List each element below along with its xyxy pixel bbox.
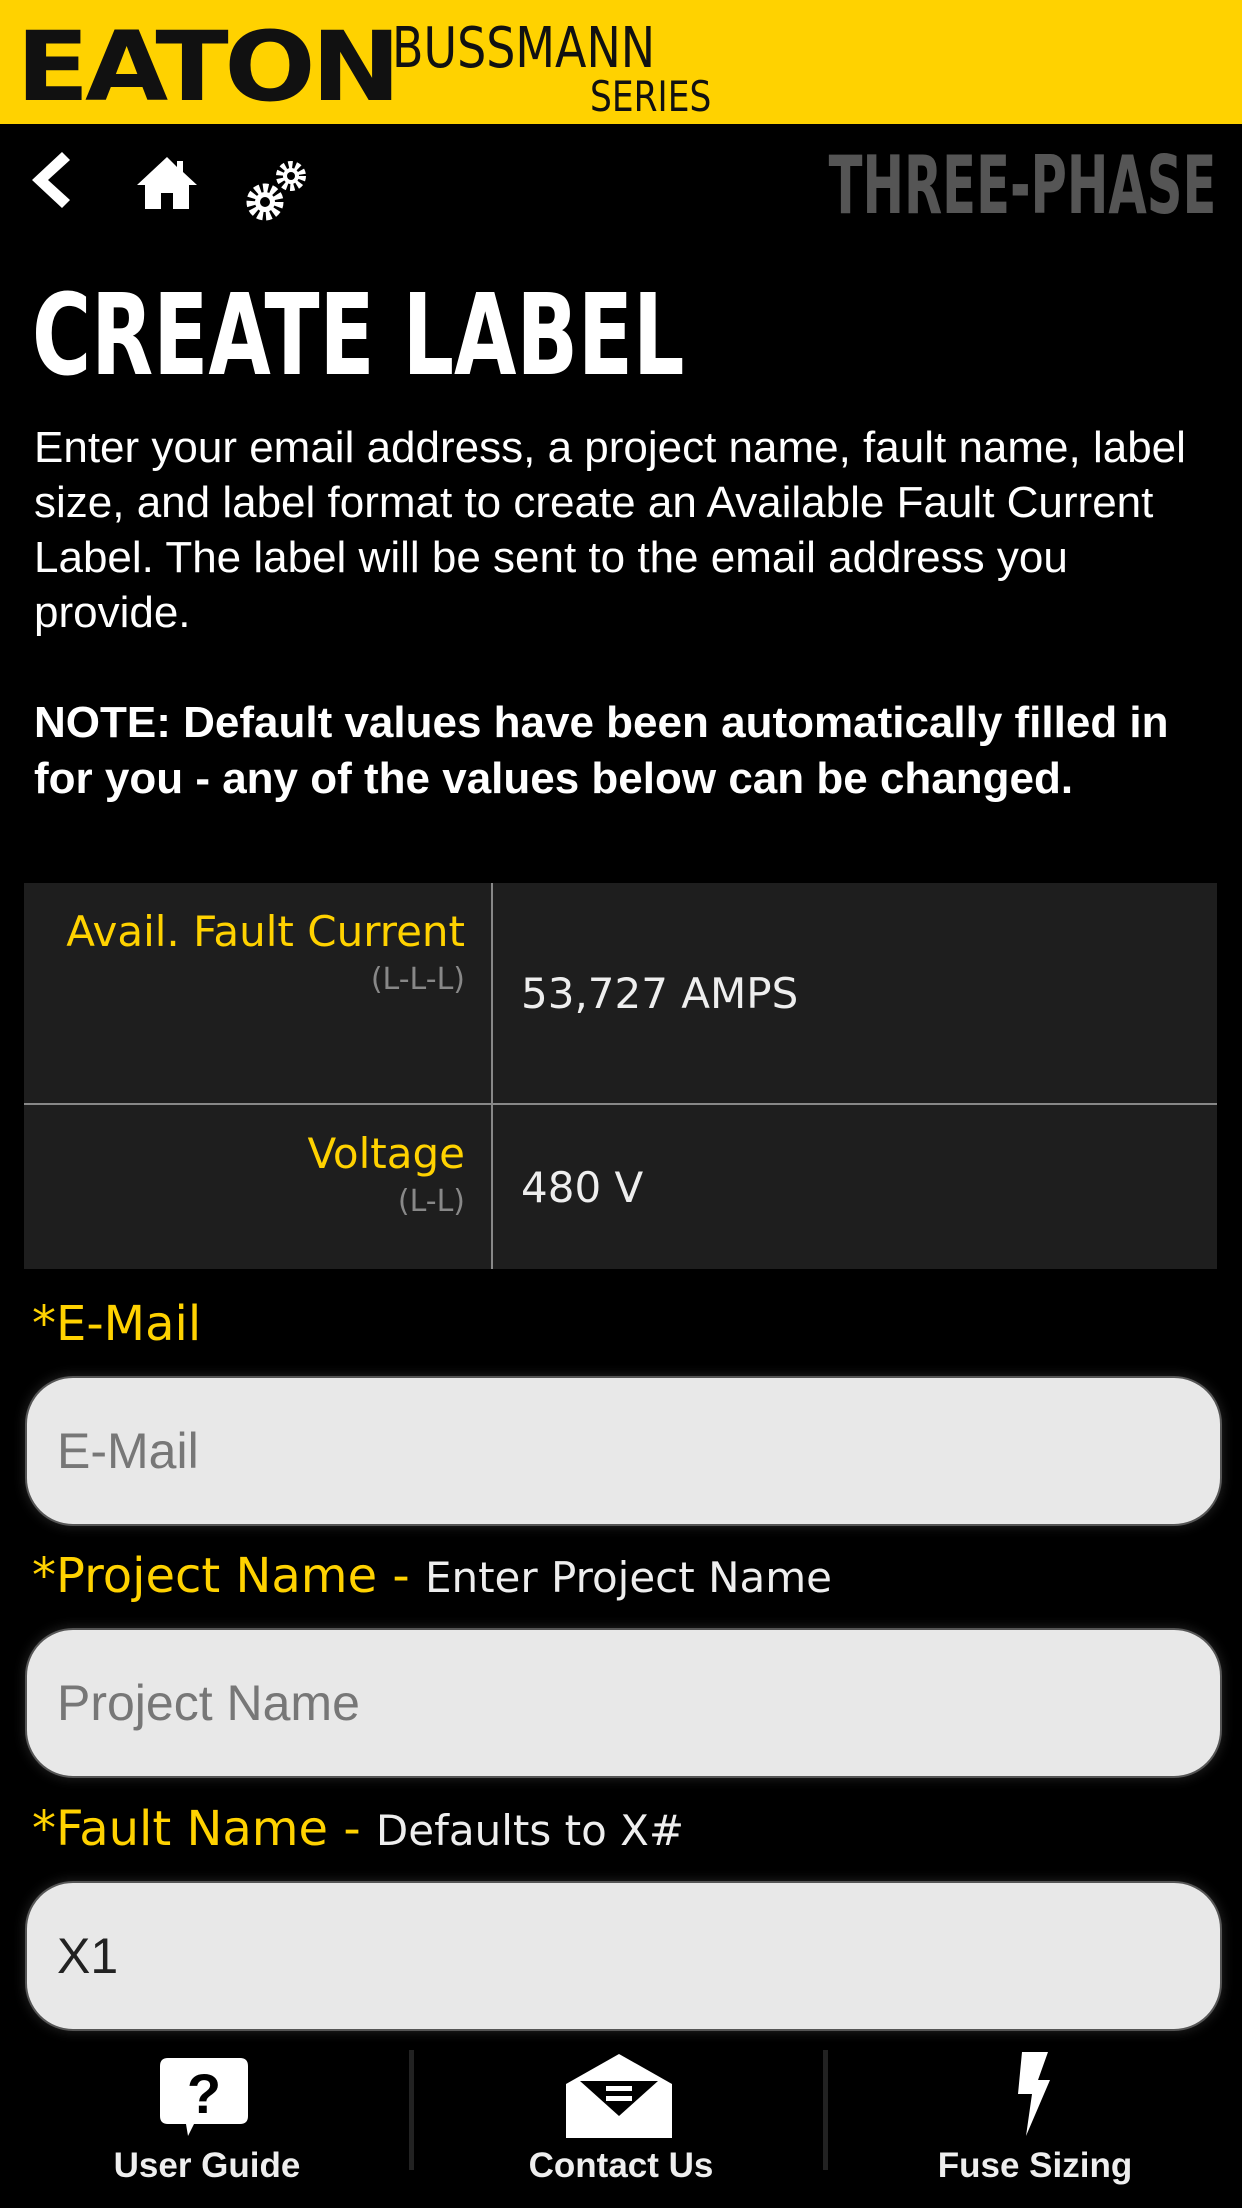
intro-text: Enter your email address, a project name… — [34, 423, 1186, 637]
fault-current-label: Avail. Fault Current (L-L-L) — [24, 883, 493, 1103]
fault-name-field[interactable] — [25, 1881, 1222, 2031]
email-field[interactable] — [25, 1376, 1222, 1526]
nav-fuse-sizing[interactable]: Fuse Sizing — [828, 2030, 1242, 2208]
nav-user-guide[interactable]: ? User Guide — [0, 2030, 414, 2208]
page-title: CREATE LABEL — [32, 271, 685, 401]
gears-icon[interactable] — [245, 156, 311, 224]
envelope-icon — [566, 2054, 672, 2138]
bussmann-logo: BUSSMANN — [392, 16, 656, 81]
project-name-field[interactable] — [25, 1628, 1222, 1778]
svg-text:?: ? — [187, 2062, 221, 2125]
table-row: Avail. Fault Current (L-L-L) 53,727 AMPS — [24, 883, 1217, 1105]
project-name-label: *Project Name - Enter Project Name — [32, 1548, 832, 1604]
help-bubble-icon: ? — [160, 2058, 248, 2136]
back-icon[interactable] — [22, 150, 72, 210]
nav-contact-us[interactable]: Contact Us — [414, 2030, 828, 2208]
fault-name-label: *Fault Name - Defaults to X# — [32, 1801, 685, 1857]
mode-label: THREE-PHASE — [828, 139, 1216, 232]
home-icon[interactable] — [135, 155, 199, 211]
table-row: Voltage (L-L) 480 V — [24, 1105, 1217, 1269]
voltage-label: Voltage (L-L) — [24, 1105, 493, 1269]
summary-table: Avail. Fault Current (L-L-L) 53,727 AMPS … — [24, 883, 1217, 1269]
series-logo: SERIES — [590, 72, 712, 121]
note-text: NOTE: Default values have been automatic… — [34, 698, 1169, 803]
voltage-value: 480 V — [521, 1162, 644, 1212]
eaton-logo: EATON — [16, 11, 401, 123]
app-header: EATON BUSSMANN SERIES — [0, 0, 1242, 124]
lightning-icon — [1018, 2052, 1050, 2136]
fault-current-value: 53,727 AMPS — [521, 968, 799, 1018]
email-label: *E-Mail — [32, 1296, 202, 1352]
